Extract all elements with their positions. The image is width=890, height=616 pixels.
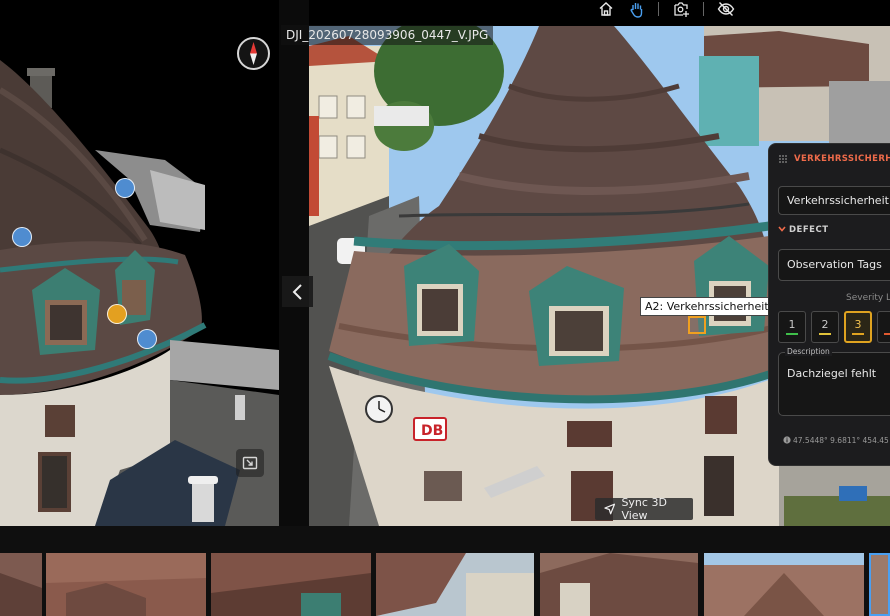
annotation-panel: VERKEHRSSICHERH... Verkehrssicherheit DE… bbox=[768, 143, 890, 466]
panel-title: VERKEHRSSICHERH... bbox=[794, 154, 890, 164]
info-icon bbox=[783, 436, 791, 444]
photo-thumbnail-active[interactable] bbox=[869, 553, 890, 616]
annotation-bounding-box[interactable] bbox=[688, 316, 706, 334]
severity-label: Severity Le bbox=[846, 293, 890, 303]
defect-section-header[interactable]: DEFECT bbox=[778, 225, 829, 235]
hide-icon[interactable] bbox=[715, 0, 737, 18]
sync-3d-view-button[interactable]: Sync 3D View bbox=[595, 496, 693, 522]
coordinates-readout: 47.5448° 9.6811° 454.45 bbox=[783, 436, 889, 445]
chevron-left-icon bbox=[292, 283, 302, 300]
chevron-down-icon bbox=[778, 226, 786, 232]
severity-color-bar bbox=[819, 333, 831, 335]
view-toolbar bbox=[590, 0, 750, 18]
navigation-arrow-icon bbox=[604, 503, 616, 515]
severity-option-2[interactable]: 2 bbox=[811, 311, 839, 343]
severity-option-label: 3 bbox=[854, 318, 862, 331]
description-label: Description bbox=[785, 347, 832, 356]
photo-thumbnail[interactable] bbox=[0, 553, 42, 616]
annotation-label[interactable]: A2: Verkehrssicherheit bbox=[640, 297, 774, 316]
add-photo-icon[interactable] bbox=[670, 0, 692, 18]
svg-text:DB: DB bbox=[421, 423, 443, 439]
photo-filename: DJI_20260728093906_0447_V.JPG bbox=[281, 25, 494, 45]
severity-option-3[interactable]: 3 bbox=[844, 311, 872, 343]
annotation-marker[interactable] bbox=[137, 329, 157, 349]
picture-in-picture-icon[interactable] bbox=[236, 449, 264, 477]
model-3d-render bbox=[0, 0, 279, 526]
toolbar-separator bbox=[658, 2, 659, 16]
photo-thumbnail[interactable] bbox=[211, 553, 371, 616]
photo-filmstrip bbox=[0, 526, 890, 616]
compass-icon[interactable] bbox=[237, 37, 270, 70]
description-textarea[interactable]: Dachziegel fehlt bbox=[778, 352, 890, 416]
description-text: Dachziegel fehlt bbox=[787, 367, 877, 380]
severity-option-4[interactable] bbox=[877, 311, 890, 343]
home-icon[interactable] bbox=[595, 0, 617, 18]
collapse-pane-button[interactable] bbox=[282, 276, 313, 307]
sync-3d-view-label: Sync 3D View bbox=[621, 496, 667, 522]
photo-thumbnail[interactable] bbox=[540, 553, 698, 616]
coordinates-text: 47.5448° 9.6811° 454.45 bbox=[793, 436, 889, 445]
severity-color-bar bbox=[884, 333, 890, 335]
annotation-marker[interactable] bbox=[12, 227, 32, 247]
severity-option-label: 2 bbox=[821, 318, 829, 331]
observation-tags-input[interactable]: Observation Tags bbox=[778, 249, 890, 281]
model-3d-view[interactable] bbox=[0, 0, 279, 526]
photo-thumbnail[interactable] bbox=[376, 553, 534, 616]
annotation-marker[interactable] bbox=[115, 178, 135, 198]
hand-pan-icon[interactable] bbox=[626, 0, 648, 18]
severity-option-1[interactable]: 1 bbox=[778, 311, 806, 343]
toolbar-separator bbox=[703, 2, 704, 16]
severity-option-label: 1 bbox=[788, 318, 796, 331]
severity-color-bar bbox=[786, 333, 798, 335]
severity-color-bar bbox=[852, 333, 864, 335]
annotation-marker-selected[interactable] bbox=[107, 304, 127, 324]
photo-thumbnail[interactable] bbox=[46, 553, 206, 616]
defect-section-title: DEFECT bbox=[789, 225, 829, 235]
photo-thumbnail[interactable] bbox=[704, 553, 864, 616]
drag-handle-icon[interactable] bbox=[778, 154, 788, 164]
category-select[interactable]: Verkehrssicherheit bbox=[778, 186, 890, 215]
pane-divider[interactable] bbox=[279, 0, 309, 526]
